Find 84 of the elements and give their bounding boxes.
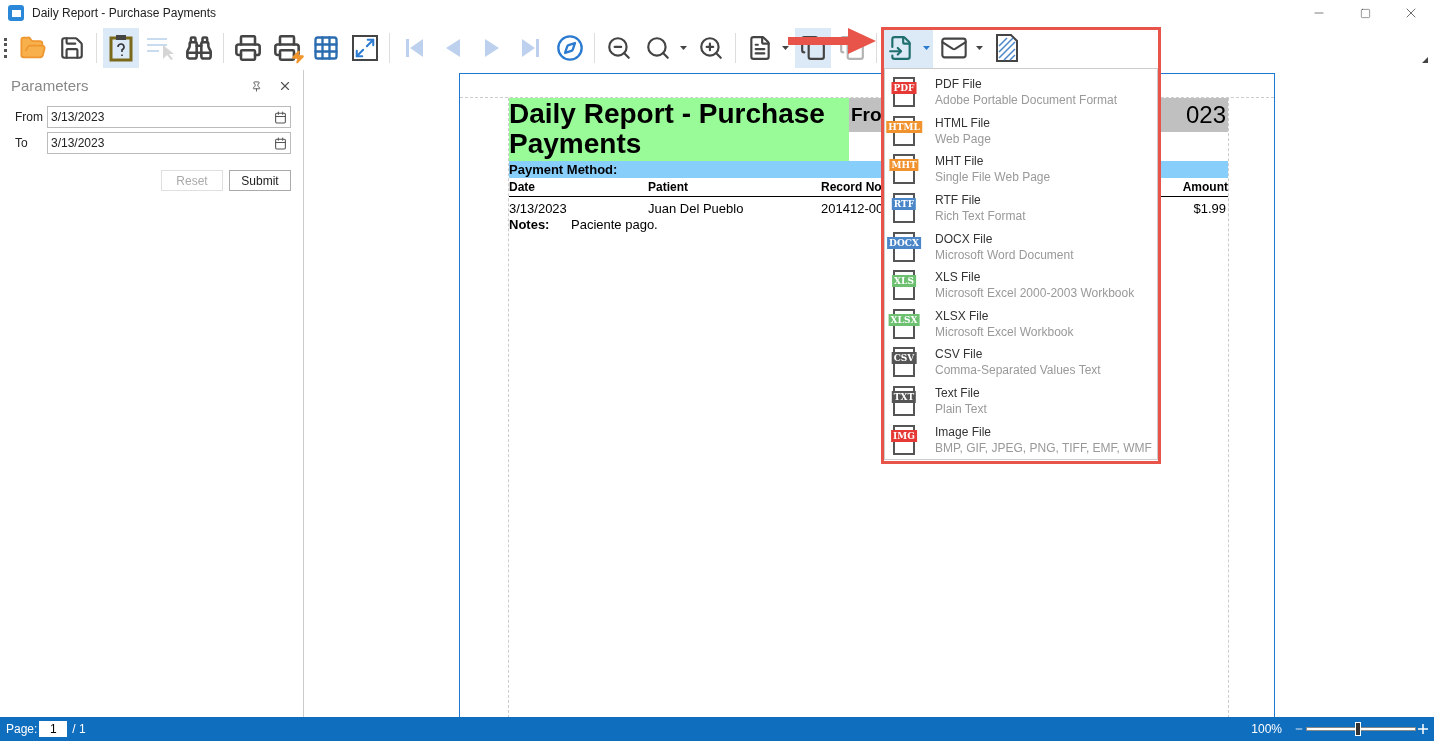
menu-item[interactable]: PDF PDF File Adobe Portable Document Format [885,73,1157,112]
menu-item[interactable]: TXT Text File Plain Text [885,381,1157,421]
menu-item-description: Single File Web Page [935,169,1051,186]
select-field-icon [145,35,175,61]
menu-item-description: Microsoft Excel Workbook [935,323,1074,340]
table-cell-text: $1.99 [1193,201,1227,217]
menu-item[interactable]: XLSX XLSX File Microsoft Excel Workbook [885,304,1157,344]
close-icon[interactable] [278,79,292,93]
save-icon [59,35,85,61]
overflow-icon[interactable] [1422,57,1428,63]
quick-print-icon [273,34,301,62]
caret-icon [975,46,983,50]
menu-item-description: BMP, GIF, JPEG, PNG, TIFF, EMF, WMF [935,439,1152,456]
menu-item-description: Microsoft Word Document [935,246,1074,263]
zoom-out-icon [606,35,632,61]
caret-icon [781,46,789,50]
field-label: To [15,135,29,152]
field-label: From [15,109,44,126]
caret-icon [922,46,930,50]
date-field[interactable]: 3/13/2023 [47,132,291,154]
menu-item-label: HTML File [935,114,991,131]
page-field[interactable]: 1 [39,721,68,737]
date-field[interactable]: 3/13/2023 [47,106,291,128]
menu-item-description: Adobe Portable Document Format [935,92,1118,109]
panel-button[interactable]: Submit [229,170,291,191]
column-header: Date [509,179,536,196]
date-range-start: Fro [851,102,882,127]
menu-item[interactable]: CSV CSV File Comma-Separated Values Text [885,343,1157,382]
menu-item[interactable]: HTML HTML File Web Page [885,111,1157,151]
window-title: Daily Report - Purchase Payments [32,5,217,22]
menu-item[interactable]: IMG Image File BMP, GIF, JPEG, PNG, TIFF, EMF, WMF [885,420,1157,459]
menu-item-label: MHT File [935,153,985,170]
slider-thumb[interactable] [1354,722,1361,736]
expand-icon [352,35,378,61]
compass-icon [556,34,584,62]
zoom-in-icon[interactable] [1418,724,1428,734]
menu-item-description: Rich Text Format [935,208,1026,225]
maximize-icon [1359,7,1371,19]
zoom-slider[interactable] [1306,721,1416,737]
menu-item-description: Comma-Separated Values Text [935,362,1101,379]
menu-item[interactable]: RTF RTF File Rich Text Format [885,188,1157,228]
menu-item-description: Plain Text [935,401,987,418]
zoom-icon [645,35,671,61]
menu-item-label: DOCX File [935,230,994,247]
document-icon [747,35,773,61]
calendar-icon[interactable] [274,110,287,124]
page-label: Page: [6,721,38,738]
printer-icon [234,34,262,62]
menu-item[interactable]: MHT MHT File Single File Web Page [885,150,1157,189]
caret-icon [679,46,687,50]
zoom-in-icon [698,35,724,61]
search-icon [185,34,213,62]
menu-item-label: RTF File [935,192,982,209]
menu-item-label: XLSX File [935,307,990,324]
pages-icon [800,35,826,61]
app-icon [8,5,24,21]
panel-title: Parameters [11,75,90,96]
grid-icon [312,34,340,62]
menu-item-label: Text File [935,385,981,402]
calendar-icon[interactable] [274,136,287,150]
menu-item-description: Web Page [935,130,991,147]
date-range-end: 023 [1185,100,1226,130]
menu-item[interactable]: DOCX DOCX File Microsoft Word Document [885,227,1157,266]
report-title: Daily Report - Purchase Payments [509,98,849,161]
menu-item[interactable]: XLS XLS File Microsoft Excel 2000-2003 Workbook [885,265,1157,305]
group-header: Payment Method: [509,160,618,179]
table-cell-text: 3/13/2023 [509,201,568,217]
clipboard-icon [109,34,133,62]
menu-item-label: XLS File [935,269,982,286]
column-header: Amount [1182,179,1228,196]
watermark-icon [995,34,1019,62]
notes-label: Notes: [509,217,551,233]
table-cell-text: Juan Del Pueblo [648,201,745,217]
zoom-level: 100% [1251,721,1282,738]
page-total: / 1 [72,721,86,738]
menu-item-description: Microsoft Excel 2000-2003 Workbook [935,285,1135,302]
menu-item-label: Image File [935,423,993,440]
column-header: Patient [648,179,689,196]
pin-icon[interactable] [251,80,262,92]
menu-item-label: PDF File [935,76,983,93]
notes-text: Paciente pago. [571,217,658,233]
toolbar-grip[interactable] [4,38,7,58]
menu-item-label: CSV File [935,346,984,363]
export-icon [888,35,914,61]
